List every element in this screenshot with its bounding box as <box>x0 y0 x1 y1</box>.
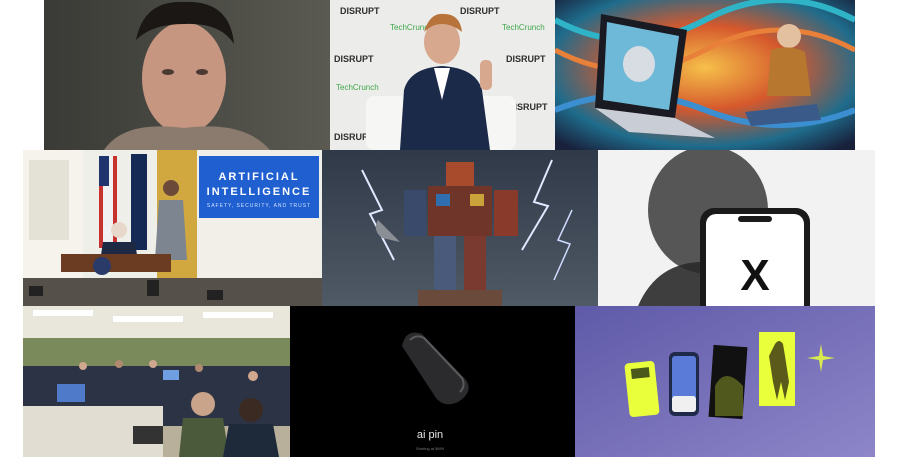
photo-devices-purple-gradient <box>575 306 875 457</box>
disrupt-logo-text: DISRUPT <box>334 54 374 64</box>
ai-pin-tagline: Starting at $699 <box>416 446 445 451</box>
sign-title-line-1: ARTIFICIAL <box>218 171 299 183</box>
disrupt-logo-text: DISRUPT <box>460 6 500 16</box>
sign-subtitle: SAFETY, SECURITY, AND TRUST <box>207 203 311 209</box>
disrupt-logo-text: DISRUPT <box>506 54 546 64</box>
photo-techcrunch-disrupt-speaker: DISRUPT DISRUPT TechCrunch TechCrunch DI… <box>330 0 555 150</box>
x-logo-icon: X <box>740 251 769 300</box>
ai-pin-product-name: ai pin <box>417 429 443 441</box>
techcrunch-logo-text: TechCrunch <box>502 23 545 32</box>
photo-xai-logo-phone: X <box>598 150 875 306</box>
techcrunch-logo-text: TechCrunch <box>336 83 379 92</box>
photo-conference-room <box>23 306 290 457</box>
photo-portrait-man <box>44 0 330 150</box>
sign-title-line-2: INTELLIGENCE <box>207 186 312 198</box>
photo-junk-robot-lightning <box>322 150 598 306</box>
photo-psychedelic-robot-art <box>555 0 855 150</box>
photo-ai-pin-device: ai pin Starting at $699 <box>290 306 575 457</box>
disrupt-logo-text: DISRUPT <box>340 6 380 16</box>
photo-ai-executive-order-signing: ARTIFICIAL INTELLIGENCE SAFETY, SECURITY… <box>23 150 322 306</box>
